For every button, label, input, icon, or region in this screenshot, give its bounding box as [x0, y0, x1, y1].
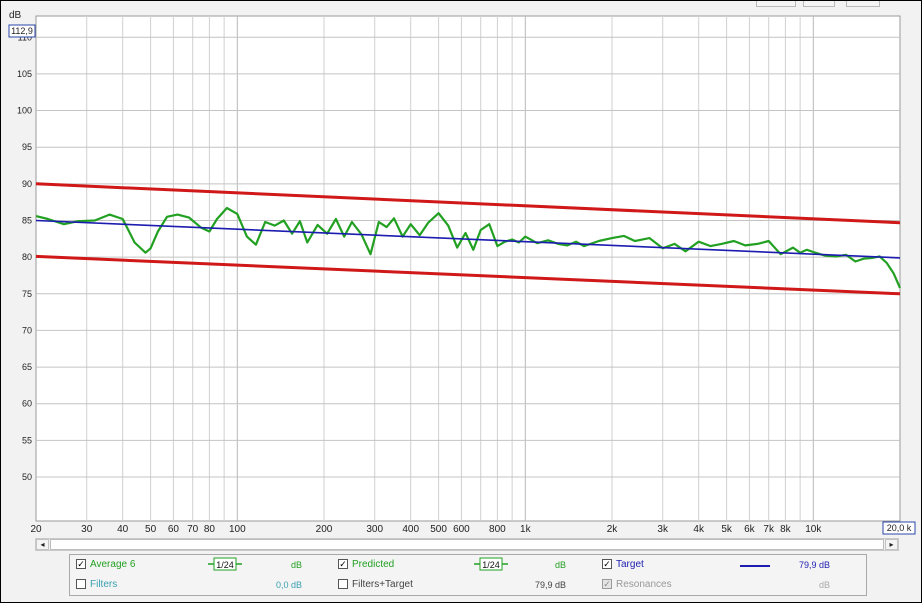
- resonances-unit: dB: [818, 580, 830, 590]
- eq-window: 50556065707580859095100105110 2030405060…: [0, 0, 922, 603]
- resonances-checkbox[interactable]: ✓: [602, 579, 612, 589]
- x-tick-label: 100: [229, 524, 246, 535]
- y-max-readout: 112,9: [11, 26, 33, 36]
- x-tick-label: 10k: [805, 524, 822, 535]
- y-tick-label: 70: [22, 325, 32, 335]
- plot-area[interactable]: [35, 15, 901, 522]
- predicted-unit: dB: [554, 560, 566, 570]
- predicted-checkbox[interactable]: ✓: [338, 559, 348, 569]
- y-tick-label: 90: [22, 179, 32, 189]
- y-axis-labels: 50556065707580859095100105110: [17, 32, 32, 482]
- resonances-label: Resonances: [616, 579, 672, 590]
- filters-label: Filters: [90, 579, 118, 590]
- x-tick-label: 300: [366, 524, 383, 535]
- y-tick-label: 95: [22, 142, 32, 152]
- predicted-smoothing-text: 1/24: [482, 560, 500, 570]
- y-tick-label: 55: [22, 435, 32, 445]
- x-tick-label: 7k: [763, 524, 775, 535]
- average-checkbox[interactable]: ✓: [76, 559, 86, 569]
- y-tick-label: 75: [22, 289, 32, 299]
- predicted-label: Predicted: [352, 559, 395, 570]
- filters-target-label: Filters+Target: [352, 579, 413, 590]
- x-tick-label: 60: [168, 524, 180, 535]
- x-tick-label: 600: [453, 524, 470, 535]
- legend-row-1: ✓ Average 6 1/24 dB ✓ Predicted 1/24 dB …: [70, 555, 866, 575]
- x-max-readout: 20,0 k: [887, 523, 912, 533]
- x-tick-label: 800: [489, 524, 506, 535]
- x-tick-label: 20: [30, 524, 42, 535]
- y-tick-label: 50: [22, 472, 32, 482]
- x-tick-label: 40: [117, 524, 129, 535]
- target-label: Target: [616, 559, 644, 570]
- target-line-swatch: [740, 565, 770, 567]
- x-tick-label: 500: [430, 524, 447, 535]
- x-axis-labels: 20 30 40 50 60 70 80 100 200 300 400 500 600 800 1k 2k 3…: [30, 524, 822, 535]
- x-tick-label: 200: [316, 524, 333, 535]
- x-tick-label: 50: [145, 524, 157, 535]
- y-tick-label: 105: [17, 69, 32, 79]
- average-label: Average 6: [90, 559, 136, 570]
- filters-target-value: 79,9 dB: [534, 580, 566, 590]
- average-smoothing-icon[interactable]: 1/24: [208, 557, 242, 571]
- y-tick-label: 85: [22, 215, 32, 225]
- average-smoothing-text: 1/24: [216, 560, 234, 570]
- x-tick-label: 5k: [721, 524, 733, 535]
- x-tick-label: 4k: [693, 524, 705, 535]
- x-tick-label: 1k: [520, 524, 532, 535]
- y-tick-label: 80: [22, 252, 32, 262]
- x-tick-label: 8k: [780, 524, 792, 535]
- x-tick-label: 6k: [744, 524, 756, 535]
- scroll-left-arrow-icon[interactable]: ◂: [36, 539, 49, 550]
- y-tick-label: 65: [22, 362, 32, 372]
- y-tick-label: 60: [22, 399, 32, 409]
- y-tick-label: 100: [17, 106, 32, 116]
- x-tick-label: 80: [204, 524, 216, 535]
- x-tick-label: 2k: [607, 524, 619, 535]
- legend-row-2: Filters 0,0 dB Filters+Target 79,9 dB ✓ …: [70, 575, 866, 595]
- scroll-thumb[interactable]: [50, 539, 884, 550]
- x-tick-label: 30: [81, 524, 93, 535]
- predicted-smoothing-icon[interactable]: 1/24: [474, 557, 508, 571]
- filters-checkbox[interactable]: [76, 579, 86, 589]
- x-tick-label: 70: [187, 524, 199, 535]
- horizontal-scrollbar[interactable]: ◂ ▸: [35, 538, 899, 551]
- y-axis-unit: dB: [9, 10, 22, 21]
- x-tick-label: 400: [402, 524, 419, 535]
- filters-target-checkbox[interactable]: [338, 579, 348, 589]
- frequency-response-chart[interactable]: 50556065707580859095100105110 2030405060…: [1, 1, 921, 538]
- target-checkbox[interactable]: ✓: [602, 559, 612, 569]
- average-unit: dB: [290, 560, 302, 570]
- legend-panel: ✓ Average 6 1/24 dB ✓ Predicted 1/24 dB …: [69, 554, 867, 596]
- target-value: 79,9 dB: [798, 560, 830, 570]
- scroll-right-arrow-icon[interactable]: ▸: [885, 539, 898, 550]
- x-tick-label: 3k: [657, 524, 669, 535]
- filters-value: 0,0 dB: [275, 580, 302, 590]
